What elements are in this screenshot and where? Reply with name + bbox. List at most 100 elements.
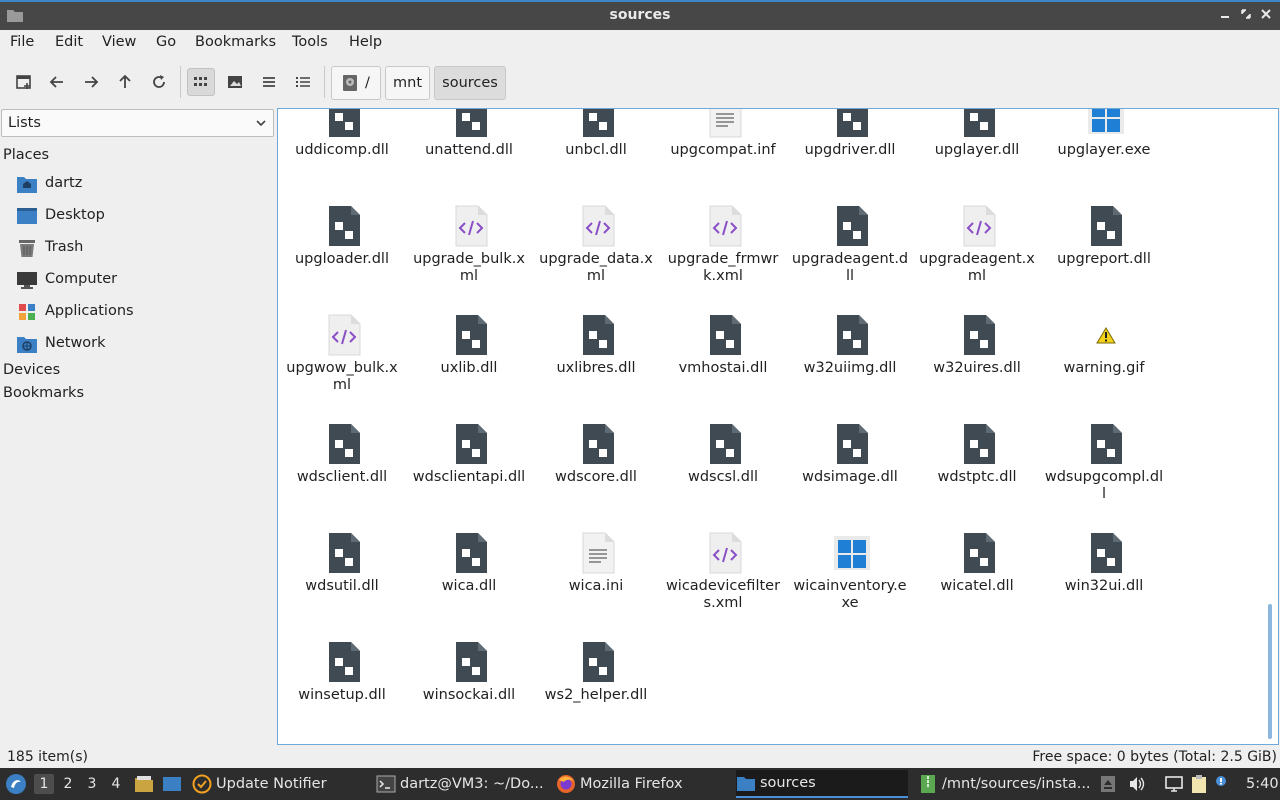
file-item[interactable]: wdscsl.dll (663, 411, 783, 511)
places-heading[interactable]: Places (3, 147, 49, 163)
start-menu-icon[interactable] (5, 768, 27, 800)
volume-icon[interactable] (1128, 768, 1146, 800)
file-item[interactable]: upgdriver.dll (790, 109, 910, 184)
menu-tools[interactable]: Tools (292, 34, 328, 50)
minimize-icon[interactable] (1216, 6, 1234, 26)
dll-file-icon (580, 109, 616, 138)
sidebar-item-applications[interactable]: Applications (16, 299, 266, 325)
breadcrumb-root[interactable]: / (331, 66, 381, 100)
file-view[interactable]: uddicomp.dll unattend.dll unbcl.dll upgcomp… (277, 108, 1279, 745)
menu-edit[interactable]: Edit (55, 34, 83, 50)
thumbnail-view-icon[interactable] (221, 68, 249, 96)
file-item[interactable]: winsetup.dll (282, 629, 402, 729)
file-item[interactable]: upgrade_bulk.xml (409, 193, 529, 293)
notification-icon[interactable] (1214, 768, 1228, 800)
workspace-3[interactable]: 3 (82, 774, 102, 794)
detailed-list-view-icon[interactable] (289, 68, 317, 96)
file-item[interactable]: unbcl.dll (536, 109, 656, 184)
back-arrow-icon[interactable] (43, 68, 71, 96)
file-item[interactable]: wicatel.dll (917, 520, 1037, 620)
task-update-notifier[interactable]: Update Notifier (192, 770, 362, 798)
compact-view-icon[interactable] (255, 68, 283, 96)
file-item[interactable]: upglayer.exe (1044, 109, 1164, 184)
file-item[interactable]: winsockai.dll (409, 629, 529, 729)
menu-file[interactable]: File (10, 34, 34, 50)
icon-view-icon[interactable] (187, 68, 215, 96)
file-item[interactable]: uddicomp.dll (282, 109, 402, 184)
workspace-1[interactable]: 1 (34, 774, 54, 794)
file-item[interactable]: uxlib.dll (409, 302, 529, 402)
workspace-4[interactable]: 4 (106, 774, 126, 794)
dll-file-icon (580, 314, 616, 356)
file-item[interactable]: upglayer.dll (917, 109, 1037, 184)
file-item[interactable]: upgradeagent.xml (917, 193, 1037, 293)
file-item[interactable]: wdsimage.dll (790, 411, 910, 511)
file-item[interactable]: unattend.dll (409, 109, 529, 184)
file-item[interactable]: wdsupgcompl.dll (1044, 411, 1164, 511)
file-item[interactable]: w32uires.dll (917, 302, 1037, 402)
task-sources[interactable]: sources (736, 770, 908, 798)
menu-view[interactable]: View (102, 34, 136, 50)
file-item[interactable]: wica.dll (409, 520, 529, 620)
file-item[interactable]: wica.ini (536, 520, 656, 620)
sidebar-item-network[interactable]: Network (16, 331, 266, 357)
file-item[interactable]: upgradeagent.dll (790, 193, 910, 293)
devices-heading[interactable]: Devices (3, 362, 60, 378)
file-item[interactable]: wdstptc.dll (917, 411, 1037, 511)
task-terminal[interactable]: dartz@VM3: ~/Do... (376, 770, 546, 798)
file-item[interactable]: upgloader.dll (282, 193, 402, 293)
file-item[interactable]: upgrade_frmwrk.xml (663, 193, 783, 293)
breadcrumb-mnt[interactable]: mnt (385, 66, 430, 100)
dll-file-icon (1088, 423, 1124, 465)
bookmarks-heading[interactable]: Bookmarks (3, 385, 84, 401)
file-item[interactable]: wdsutil.dll (282, 520, 402, 620)
file-item[interactable]: upgreport.dll (1044, 193, 1164, 293)
menu-go[interactable]: Go (156, 34, 176, 50)
file-item[interactable]: upgcompat.inf (663, 109, 783, 184)
file-name: upgwow_bulk.xml (286, 360, 398, 393)
new-tab-icon[interactable] (10, 68, 38, 96)
clipboard-icon[interactable] (1190, 768, 1208, 800)
file-manager-launcher-icon[interactable] (134, 768, 154, 800)
show-desktop-icon[interactable] (162, 768, 182, 800)
file-item[interactable]: upgrade_data.xml (536, 193, 656, 293)
file-item[interactable]: wdsclientapi.dll (409, 411, 529, 511)
menu-help[interactable]: Help (349, 34, 382, 50)
forward-arrow-icon[interactable] (77, 68, 105, 96)
network-status-icon[interactable] (1164, 768, 1184, 800)
task-archive[interactable]: /mnt/sources/insta... (918, 770, 1092, 798)
maximize-icon[interactable] (1237, 6, 1255, 26)
close-icon[interactable] (1257, 6, 1275, 26)
file-item[interactable]: upgwow_bulk.xml (282, 302, 402, 402)
sidebar-item-computer[interactable]: Computer (16, 267, 266, 293)
file-item[interactable]: win32ui.dll (1044, 520, 1164, 620)
vertical-scrollbar[interactable] (1262, 109, 1278, 744)
sidebar-item-desktop[interactable]: Desktop (16, 203, 266, 229)
scrollbar-thumb[interactable] (1268, 604, 1272, 739)
window-title: sources (609, 7, 671, 23)
file-item[interactable]: ws2_helper.dll (536, 629, 656, 729)
breadcrumb-sources[interactable]: sources (434, 66, 506, 100)
eject-icon[interactable] (1100, 768, 1116, 800)
file-item[interactable]: wdsclient.dll (282, 411, 402, 511)
file-item[interactable]: w32uiimg.dll (790, 302, 910, 402)
file-name: ws2_helper.dll (544, 687, 648, 703)
desktop-icon (17, 208, 37, 224)
workspace-2[interactable]: 2 (58, 774, 78, 794)
sidebar-item-label: Computer (45, 271, 118, 287)
file-item[interactable]: warning.gif (1044, 302, 1164, 402)
task-firefox[interactable]: Mozilla Firefox (556, 770, 726, 798)
up-arrow-icon[interactable] (111, 68, 139, 96)
sidebar-item-dartz[interactable]: dartz (16, 171, 266, 197)
sidebar-item-trash[interactable]: Trash (16, 235, 266, 261)
clock[interactable]: 5:40 (1246, 768, 1279, 800)
menu-bookmarks[interactable]: Bookmarks (195, 34, 276, 50)
file-item[interactable]: uxlibres.dll (536, 302, 656, 402)
text-file-icon (580, 532, 616, 574)
file-item[interactable]: vmhostai.dll (663, 302, 783, 402)
reload-icon[interactable] (145, 68, 173, 96)
file-item[interactable]: wicainventory.exe (790, 520, 910, 620)
file-item[interactable]: wicadevicefilters.xml (663, 520, 783, 620)
file-item[interactable]: wdscore.dll (536, 411, 656, 511)
sidebar-mode-select[interactable]: Lists (1, 109, 274, 137)
